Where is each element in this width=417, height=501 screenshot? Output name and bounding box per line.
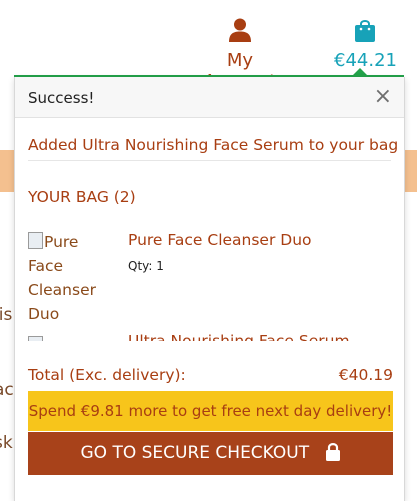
toast-title: Success! <box>28 89 95 107</box>
user-icon <box>229 18 251 46</box>
background-text-fragment: lis <box>0 305 13 325</box>
divider <box>28 160 391 161</box>
item-name[interactable]: Pure Face Cleanser Duo <box>128 231 312 249</box>
success-message: Added Ultra Nourishing Face Serum to you… <box>28 136 399 154</box>
shopping-bag-link[interactable]: €44.21 <box>334 18 397 71</box>
secure-checkout-button[interactable]: GO TO SECURE CHECKOUT <box>28 432 393 475</box>
total-value: €40.19 <box>338 366 393 384</box>
shopping-bag-icon <box>354 20 376 46</box>
bag-title: YOUR BAG (2) <box>28 188 136 206</box>
free-delivery-banner: Spend €9.81 more to get free next day de… <box>28 391 393 431</box>
item-name[interactable]: Ultra Nourishing Face Serum <box>128 332 350 341</box>
product-image-broken <box>28 334 118 341</box>
product-image-broken: Pure Face Cleanser Duo <box>28 230 118 326</box>
checkout-label: GO TO SECURE CHECKOUT <box>80 443 310 463</box>
background-text-fragment: sk <box>0 433 13 453</box>
close-button[interactable]: × <box>374 83 392 111</box>
broken-image-icon <box>28 336 43 341</box>
toast-caret <box>352 68 368 76</box>
success-toast: Success! × Added Ultra Nourishing Face S… <box>14 77 405 501</box>
lock-icon <box>325 435 341 478</box>
item-qty: Qty: 1 <box>128 259 164 273</box>
broken-image-icon <box>28 232 43 249</box>
total-label: Total (Exc. delivery): <box>28 366 186 384</box>
toast-header: Success! × <box>15 77 404 118</box>
bag-items-list[interactable]: Pure Face Cleanser Duo Pure Face Cleanse… <box>15 225 404 341</box>
background-text-fragment: ac <box>0 380 14 400</box>
